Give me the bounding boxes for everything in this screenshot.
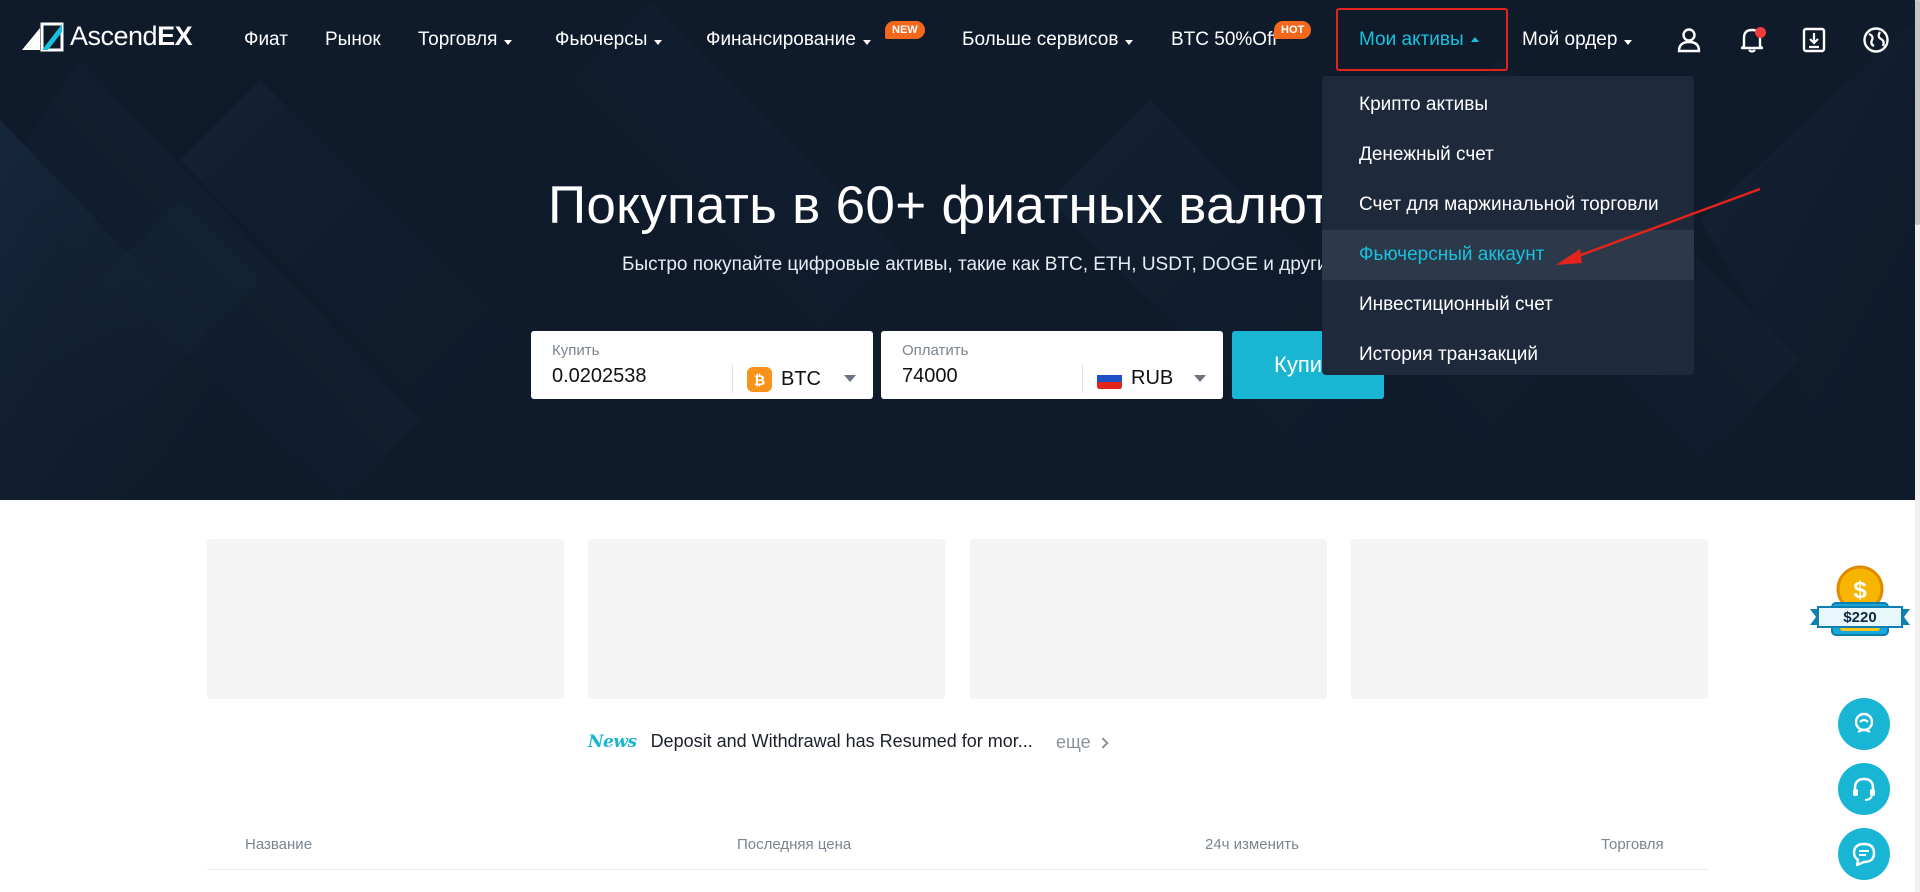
nav-financing[interactable]: Финансирование (706, 0, 871, 80)
market-card[interactable] (970, 539, 1327, 699)
caret-down-icon (654, 39, 663, 45)
hero-subtitle: Быстро покупайте цифровые активы, такие … (622, 254, 1339, 275)
buy-currency-label: BTC (781, 368, 821, 390)
hero-title: Покупать в 60+ фиатных валюта (548, 176, 1360, 235)
chat-button[interactable] (1838, 828, 1890, 880)
page-scrollbar[interactable] (1915, 0, 1920, 892)
globe-icon[interactable] (1860, 24, 1892, 56)
pay-amount-field[interactable]: Оплатить 74000 RUB (881, 331, 1223, 399)
download-icon[interactable] (1798, 24, 1830, 56)
news-more-link[interactable]: еще (1056, 732, 1109, 753)
ascendex-logo-icon (22, 22, 64, 52)
column-header-last-price[interactable]: Последняя цена (737, 836, 851, 853)
chevron-right-icon (1096, 736, 1109, 749)
customer-service-button[interactable] (1838, 763, 1890, 815)
notification-dot (1755, 27, 1766, 38)
scrollbar-thumb[interactable] (1915, 0, 1920, 225)
column-header-trade[interactable]: Торговля (1601, 836, 1664, 853)
menu-item-cash-account[interactable]: Денежный счет (1322, 130, 1694, 180)
nav-fiat[interactable]: Фиат (244, 0, 288, 80)
news-headline[interactable]: Deposit and Withdrawal has Resumed for m… (651, 731, 1033, 752)
field-divider (732, 365, 733, 393)
nav-btc-promo[interactable]: BTC 50%Off (1171, 0, 1277, 80)
pay-currency-select[interactable]: RUB (1097, 367, 1173, 390)
svg-text:$: $ (1853, 577, 1867, 604)
nav-trade[interactable]: Торговля (418, 0, 513, 80)
caret-down-icon (862, 39, 871, 45)
headset-icon (1853, 777, 1875, 801)
logo[interactable]: AscendEX (20, 20, 193, 52)
market-card[interactable] (207, 539, 564, 699)
new-badge: NEW (885, 21, 925, 39)
caret-down-icon (504, 39, 513, 45)
support-icon (1854, 712, 1874, 733)
field-divider (1082, 365, 1083, 393)
pay-label: Оплатить (902, 342, 969, 359)
column-header-24h-change[interactable]: 24ч изменить (1205, 836, 1299, 853)
support-agent-button[interactable] (1838, 698, 1890, 750)
chevron-down-icon[interactable] (1194, 375, 1206, 382)
column-header-name[interactable]: Название (245, 836, 312, 853)
nav-more-services[interactable]: Больше сервисов (962, 0, 1134, 80)
news-ticker[interactable]: News Deposit and Withdrawal has Resumed … (588, 731, 1033, 752)
hot-badge: HOT (1274, 21, 1312, 39)
chevron-down-icon[interactable] (844, 375, 856, 382)
nav-my-orders[interactable]: Мой ордер (1522, 0, 1633, 80)
market-card[interactable] (588, 539, 945, 699)
news-more-label: еще (1056, 732, 1091, 752)
caret-up-icon (1470, 36, 1479, 42)
bell-icon[interactable] (1736, 24, 1768, 56)
caret-down-icon (1125, 39, 1134, 45)
nav-my-assets[interactable]: Мои активы (1359, 0, 1479, 80)
buy-label: Купить (552, 342, 600, 359)
treasure-chest-icon: $ (1810, 565, 1910, 636)
buy-currency-select[interactable]: ₿ BTC (747, 367, 821, 392)
buy-amount-input[interactable]: 0.0202538 (552, 365, 647, 388)
bitcoin-icon: ₿ (747, 367, 772, 392)
nav-market[interactable]: Рынок (325, 0, 381, 80)
promo-amount: $220 (1843, 609, 1877, 626)
chat-bubble-icon (1852, 842, 1876, 867)
promo-reward-widget[interactable]: $ $220 (1810, 563, 1910, 650)
pay-currency-label: RUB (1131, 367, 1174, 389)
news-logo: News (588, 731, 637, 752)
top-navigation: AscendEX Фиат Рынок Торговля Фьючерсы Фи… (0, 0, 1915, 80)
russia-flag-icon (1097, 367, 1122, 390)
logo-text: AscendEX (70, 20, 193, 51)
table-header-divider (207, 869, 1709, 870)
menu-item-transaction-history[interactable]: История транзакций (1322, 330, 1694, 380)
buy-amount-field[interactable]: Купить 0.0202538 ₿ BTC (531, 331, 873, 399)
menu-item-investment-account[interactable]: Инвестиционный счет (1322, 280, 1694, 330)
market-card[interactable] (1351, 539, 1708, 699)
caret-down-icon (1624, 39, 1633, 45)
pay-amount-input[interactable]: 74000 (902, 365, 958, 388)
red-arrow-annotation (1556, 187, 1761, 265)
menu-item-crypto-assets[interactable]: Крипто активы (1322, 80, 1694, 130)
nav-futures[interactable]: Фьючерсы (555, 0, 663, 80)
user-icon[interactable] (1673, 24, 1705, 56)
